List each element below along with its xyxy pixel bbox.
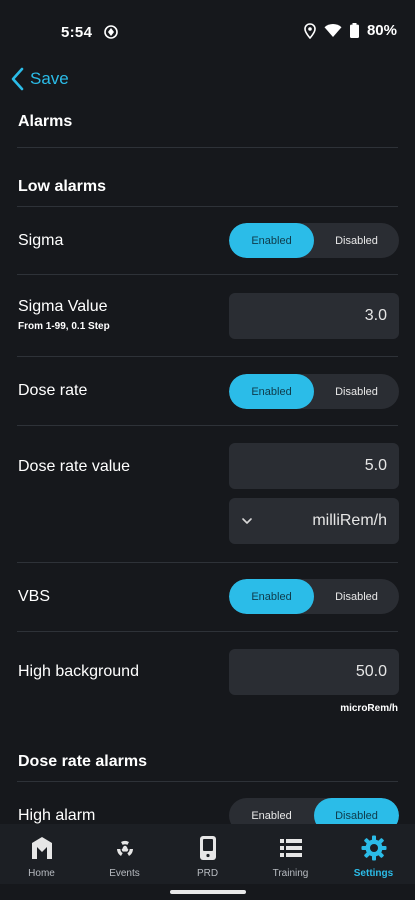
home-indicator[interactable] (170, 890, 246, 894)
radiation-icon (116, 841, 133, 856)
battery-icon (349, 23, 359, 38)
divider (17, 631, 398, 632)
dose-rate-disabled-option[interactable]: Disabled (314, 374, 399, 409)
status-time: 5:54 (61, 24, 93, 41)
divider (17, 425, 398, 426)
section-dose-rate-alarms: Dose rate alarms (18, 753, 147, 770)
tab-prd[interactable]: PRD (166, 824, 249, 884)
tab-prd-label: PRD (196, 868, 219, 879)
divider (17, 147, 398, 148)
sigma-toggle: Enabled Disabled (229, 223, 399, 258)
high-background-input[interactable]: 50.0 (229, 649, 399, 695)
dose-rate-value-label: Dose rate value (18, 458, 131, 475)
bottom-tab-bar: Home Events PRD Training Settings (0, 824, 415, 884)
save-label: Save (30, 69, 69, 88)
dose-rate-unit-value: milliRem/h (312, 512, 387, 529)
sigma-enabled-option[interactable]: Enabled (229, 223, 314, 258)
location-icon (304, 22, 316, 39)
list-icon (279, 839, 302, 857)
battery-percentage: 80% (366, 22, 397, 39)
sigma-value-input[interactable]: 3.0 (229, 293, 399, 339)
tab-settings[interactable]: Settings (332, 824, 415, 884)
tab-events-label: Events (109, 868, 140, 879)
divider (17, 356, 398, 357)
wifi-icon (324, 24, 342, 37)
status-icons: 80% (304, 22, 397, 39)
vbs-enabled-option[interactable]: Enabled (229, 579, 314, 614)
dose-rate-value-input[interactable]: 5.0 (229, 443, 399, 489)
tab-training[interactable]: Training (249, 824, 332, 884)
tab-training-label: Training (272, 868, 309, 879)
vbs-disabled-option[interactable]: Disabled (314, 579, 399, 614)
dose-rate-unit-select[interactable]: milliRem/h (229, 498, 399, 544)
home-m-logo-icon (31, 837, 52, 859)
gear-icon (361, 835, 386, 861)
section-low-alarms: Low alarms (18, 178, 107, 195)
high-alarm-label: High alarm (18, 807, 96, 824)
dose-rate-label: Dose rate (18, 382, 88, 399)
divider (17, 274, 398, 275)
sigma-disabled-option[interactable]: Disabled (314, 223, 399, 258)
app-notification-icon (104, 25, 118, 39)
save-back-button[interactable]: Save (10, 64, 69, 94)
device-icon (199, 836, 216, 860)
page-title: Alarms (18, 113, 73, 130)
divider (17, 781, 398, 782)
sigma-label: Sigma (18, 232, 64, 249)
tab-settings-label: Settings (353, 868, 394, 879)
sigma-value-hint: From 1-99, 0.1 Step (18, 321, 110, 332)
dose-rate-enabled-option[interactable]: Enabled (229, 374, 314, 409)
vbs-label: VBS (18, 588, 51, 605)
tab-home[interactable]: Home (0, 824, 83, 884)
divider (17, 206, 398, 207)
tab-events[interactable]: Events (83, 824, 166, 884)
chevron-down-icon (242, 518, 252, 524)
sigma-value-label: Sigma Value (18, 298, 108, 315)
status-bar: 5:54 80% (0, 0, 415, 60)
dose-rate-toggle: Enabled Disabled (229, 374, 399, 409)
high-background-label: High background (18, 663, 139, 680)
high-background-unit: microRem/h (340, 703, 398, 714)
chevron-left-icon (11, 67, 24, 91)
vbs-toggle: Enabled Disabled (229, 579, 399, 614)
divider (17, 562, 398, 563)
tab-home-label: Home (28, 868, 55, 879)
